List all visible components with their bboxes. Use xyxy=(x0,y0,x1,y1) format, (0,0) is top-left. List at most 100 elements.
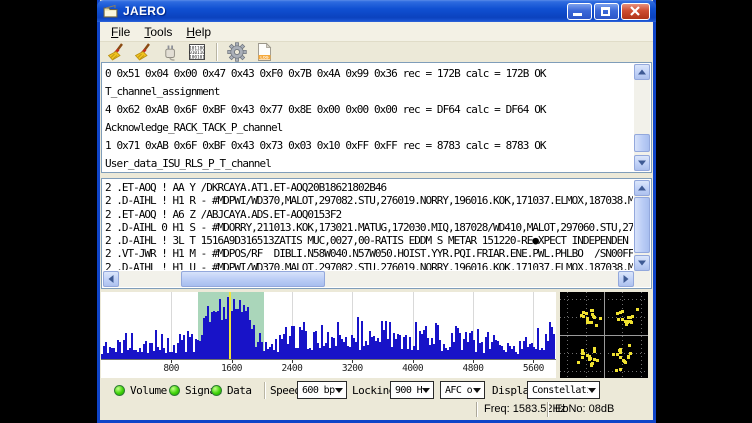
scroll-down-button[interactable] xyxy=(634,155,650,171)
constellation-point xyxy=(581,356,584,359)
speed-value: 600 bps xyxy=(298,385,335,396)
chevron-down-icon xyxy=(588,388,596,393)
chevron-down-icon xyxy=(473,388,481,393)
minimize-button[interactable] xyxy=(567,3,592,20)
menu-file[interactable]: File xyxy=(104,23,137,41)
scroll-thumb[interactable] xyxy=(181,271,325,287)
arrow-down-icon xyxy=(638,161,646,166)
spectrum-plot[interactable] xyxy=(101,292,556,360)
constellation-point xyxy=(585,312,588,315)
log-file-icon: LOG xyxy=(254,42,274,62)
controls-separator xyxy=(264,382,266,399)
acars-vscrollbar[interactable] xyxy=(634,180,650,271)
menu-tools[interactable]: Tools xyxy=(137,23,179,41)
scroll-left-button[interactable] xyxy=(103,271,119,287)
scroll-up-button[interactable] xyxy=(634,64,650,80)
acars-log-line: 2 .D-AIHL ! H1 R - #MDPWI/WD370,MALOT,29… xyxy=(105,194,633,207)
log-file-button[interactable]: LOG xyxy=(253,42,275,62)
scroll-up-button[interactable] xyxy=(634,180,650,196)
locking-combobox[interactable]: 900 Hz xyxy=(390,381,434,399)
raw-bits-button[interactable]: 101100 010110 100101 xyxy=(186,42,208,62)
constellation-point xyxy=(593,358,596,361)
acars-log-line: 2 .VT-JWR ! H1 M - #MDPOS/RF DIBLI.N58W0… xyxy=(105,247,633,260)
titlebar[interactable]: JAERO xyxy=(97,0,656,22)
spectrum-display[interactable]: 800160024003200400048005600 xyxy=(101,292,556,378)
desktop: JAERO File Tools Help xyxy=(0,0,752,423)
volume-indicator: Volume xyxy=(114,381,167,400)
constellation-point xyxy=(621,318,624,321)
constellation-point xyxy=(599,317,602,320)
svg-text:100101: 100101 xyxy=(189,54,205,60)
hex-log-line: 4 0x62 0xAB 0x6F 0xBF 0x43 0x77 0x8E 0x0… xyxy=(105,101,633,119)
constellation-point xyxy=(580,314,583,317)
spectrum-bars xyxy=(101,292,556,360)
signal-led-icon xyxy=(169,385,180,396)
clear-bottom-log-button[interactable] xyxy=(132,42,154,62)
constellation-point xyxy=(626,320,629,323)
toolbar-separator xyxy=(216,43,218,61)
constellation-point xyxy=(590,321,593,324)
arrow-up-icon xyxy=(638,70,646,75)
status-separator xyxy=(547,402,549,417)
clear-top-log-button[interactable] xyxy=(105,42,127,62)
afc-combobox[interactable]: AFC on xyxy=(440,381,485,399)
settings-button[interactable] xyxy=(226,42,248,62)
broom-icon xyxy=(133,42,153,62)
scroll-right-button[interactable] xyxy=(618,271,634,287)
hex-log-line: Acknowledge_RACK_TACK_P_channel xyxy=(105,119,633,137)
data-indicator: Data xyxy=(211,381,252,400)
axis-tick-label: 2400 xyxy=(281,363,302,374)
data-label: Data xyxy=(227,384,252,397)
status-ebno: EbNo: 08dB xyxy=(555,403,614,415)
constellation-point xyxy=(582,311,585,314)
constellation-display[interactable] xyxy=(560,292,648,378)
binary-data-icon: 101100 010110 100101 xyxy=(187,42,207,62)
constellation-point xyxy=(593,347,596,350)
maximize-icon xyxy=(601,7,610,16)
arrow-down-icon xyxy=(638,261,646,266)
constellation-point xyxy=(629,320,632,323)
speed-combobox[interactable]: 600 bps xyxy=(297,381,347,399)
constellation-point xyxy=(586,317,589,320)
scroll-down-button[interactable] xyxy=(634,255,650,271)
constellation-point xyxy=(582,352,585,355)
display-combobox[interactable]: Constellation xyxy=(527,381,600,399)
menubar: File Tools Help xyxy=(100,22,653,42)
acars-log-line: 2 .ET-AOQ ! A6 Z /ABJCAYA.ADS.ET-AOQ0153… xyxy=(105,208,633,221)
locking-label: Locking xyxy=(352,384,395,397)
constellation-point xyxy=(590,364,593,367)
spectrum-axis: 800160024003200400048005600 xyxy=(101,359,556,378)
chevron-down-icon xyxy=(335,388,343,393)
maximize-button[interactable] xyxy=(594,3,619,20)
acars-hscrollbar[interactable] xyxy=(103,271,634,287)
acars-log-panel[interactable]: 2 .ET-AOQ ! AA Y /DKRCAYA.AT1.ET-AOQ20B1… xyxy=(101,178,652,289)
scroll-thumb[interactable] xyxy=(634,197,650,253)
constellation-axis xyxy=(560,335,648,336)
constellation-point xyxy=(623,360,626,363)
acars-log-text: 2 .ET-AOQ ! AA Y /DKRCAYA.AT1.ET-AOQ20B1… xyxy=(105,181,633,270)
hex-log-vscrollbar[interactable] xyxy=(634,64,650,171)
hex-log-text: 0 0x51 0x04 0x00 0x47 0x43 0xF0 0x7B 0x4… xyxy=(105,65,633,170)
constellation-point xyxy=(586,354,589,357)
constellation-point xyxy=(616,312,619,315)
constellation-point xyxy=(616,353,619,356)
app-icon xyxy=(103,4,118,18)
scroll-thumb[interactable] xyxy=(634,134,650,152)
scrollbar-corner xyxy=(634,271,650,287)
plug-icon xyxy=(160,42,180,62)
locking-value: 900 Hz xyxy=(391,385,422,396)
close-button[interactable] xyxy=(621,3,650,20)
constellation-point xyxy=(591,309,594,312)
chevron-down-icon xyxy=(422,388,430,393)
acars-log-line: 2 .D-AIHL ! 3L T 1516A9D316513ZATIS MUC,… xyxy=(105,234,633,247)
hex-log-line: 0 0x51 0x04 0x00 0x47 0x43 0xF0 0x7B 0x4… xyxy=(105,65,633,83)
axis-tick-label: 5600 xyxy=(523,363,544,374)
axis-tick-label: 3200 xyxy=(342,363,363,374)
connect-button[interactable] xyxy=(159,42,181,62)
arrow-left-icon xyxy=(109,275,114,283)
tune-marker[interactable] xyxy=(229,292,231,360)
menu-help[interactable]: Help xyxy=(179,23,218,41)
status-freq: Freq: 1583.52Hz xyxy=(484,403,566,415)
hex-log-panel[interactable]: 0 0x51 0x04 0x00 0x47 0x43 0xF0 0x7B 0x4… xyxy=(101,62,652,173)
acars-log-line: 2 .D-AIHL ! H1 U - #MDPWI/WD370,MALOT,29… xyxy=(105,261,633,270)
